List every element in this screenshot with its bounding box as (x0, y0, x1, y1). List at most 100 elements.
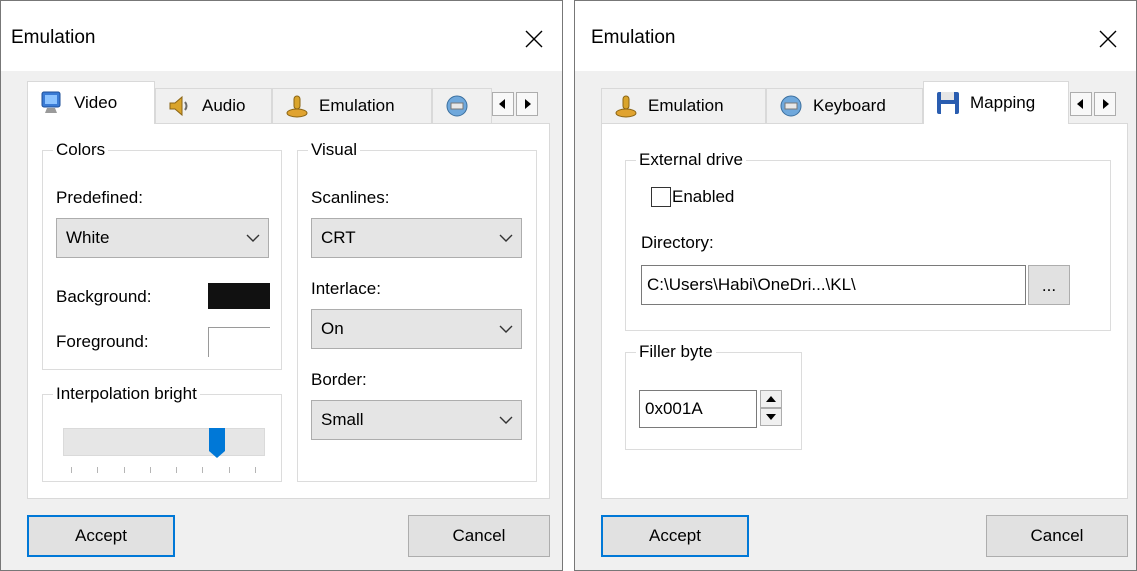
chevron-down-icon (491, 416, 521, 424)
title-bar: Emulation (1, 1, 562, 71)
accept-button[interactable]: Accept (601, 515, 749, 557)
chevron-down-icon (238, 234, 268, 242)
tab-scroll-right-button[interactable] (516, 92, 538, 116)
background-color-swatch[interactable] (208, 283, 270, 309)
joystick-icon (612, 92, 640, 120)
tab-scroll-left-button[interactable] (492, 92, 514, 116)
cancel-button[interactable]: Cancel (408, 515, 550, 557)
keyboard-icon (777, 92, 805, 120)
interlace-select[interactable]: On (311, 309, 522, 349)
close-button[interactable] (1088, 19, 1128, 59)
tab-label: Keyboard (813, 96, 886, 115)
keyboard-icon (443, 92, 471, 120)
slider-tick (229, 467, 230, 473)
arrow-left-icon (1077, 99, 1083, 109)
interlace-label: Interlace: (311, 279, 381, 298)
scanlines-select[interactable]: CRT (311, 218, 522, 258)
tab-label: Mapping (970, 93, 1036, 112)
spin-up-button[interactable] (760, 390, 782, 408)
joystick-icon (283, 92, 311, 120)
colors-group: Colors Predefined: White Background: For… (42, 140, 282, 370)
arrow-left-icon (499, 99, 505, 109)
emulation-dialog-mapping: Emulation Emulation Keyboard Mapping Ext… (574, 0, 1137, 571)
close-icon (1099, 30, 1117, 48)
foreground-label: Foreground: (56, 332, 149, 351)
scanlines-label: Scanlines: (311, 188, 390, 207)
group-label: Colors (53, 140, 109, 160)
close-icon (525, 30, 543, 48)
border-value: Small (321, 410, 364, 429)
slider-tick (176, 467, 177, 473)
interpolation-group: Interpolation bright (42, 384, 282, 482)
group-label: External drive (636, 150, 746, 170)
interpolation-slider[interactable] (63, 428, 265, 458)
interlace-value: On (321, 319, 344, 338)
tab-emulation[interactable]: Emulation (272, 88, 432, 124)
directory-input[interactable]: C:\Users\Habi\OneDri...\KL\ (641, 265, 1026, 305)
predefined-label: Predefined: (56, 188, 143, 207)
slider-ticks (63, 467, 265, 473)
dialog-client-area: Emulation Keyboard Mapping External driv… (576, 71, 1135, 569)
filler-byte-input[interactable]: 0x001A (639, 390, 757, 428)
cancel-button[interactable]: Cancel (986, 515, 1128, 557)
tab-page-mapping: External drive Enabled Directory: C:\Use… (601, 123, 1128, 499)
arrow-right-icon (525, 99, 531, 109)
tab-page-video: Colors Predefined: White Background: For… (27, 123, 550, 499)
predefined-value: White (66, 228, 110, 247)
window-title: Emulation (591, 27, 676, 48)
predefined-select[interactable]: White (56, 218, 269, 258)
floppy-disk-icon (934, 89, 962, 117)
enabled-checkbox[interactable] (651, 187, 671, 207)
filler-byte-group: Filler byte 0x001A (625, 342, 802, 450)
tab-label: Video (74, 93, 118, 112)
external-drive-group: External drive Enabled Directory: C:\Use… (625, 150, 1111, 331)
border-label: Border: (311, 370, 367, 389)
tab-label: Emulation (648, 96, 724, 115)
chevron-down-icon (491, 234, 521, 242)
background-label: Background: (56, 287, 152, 306)
spin-down-button[interactable] (760, 408, 782, 426)
monitor-icon (38, 89, 66, 117)
title-bar: Emulation (575, 1, 1136, 71)
window-title: Emulation (11, 27, 96, 48)
accept-button[interactable]: Accept (27, 515, 175, 557)
slider-tick (202, 467, 203, 473)
tab-label: Emulation (319, 96, 395, 115)
slider-tick (255, 467, 256, 473)
slider-tick (124, 467, 125, 473)
group-label: Visual (308, 140, 360, 160)
chevron-down-icon (491, 325, 521, 333)
tab-emulation[interactable]: Emulation (601, 88, 766, 124)
group-label: Interpolation bright (53, 384, 200, 404)
slider-thumb[interactable] (208, 427, 226, 464)
slider-tick (71, 467, 72, 473)
tab-keyboard[interactable]: Keyboard (766, 88, 923, 124)
browse-button[interactable]: ... (1028, 265, 1070, 305)
arrow-down-icon (766, 414, 776, 420)
slider-tick (150, 467, 151, 473)
tab-keyboard-partial[interactable] (432, 88, 492, 124)
tab-scroll-left-button[interactable] (1070, 92, 1092, 116)
tab-scroll-right-button[interactable] (1094, 92, 1116, 116)
tab-label: Audio (202, 96, 246, 115)
dialog-client-area: Video Audio Emulation Colors Predefined:… (2, 71, 561, 569)
tab-scroll-buttons (1070, 92, 1116, 118)
tab-video[interactable]: Video (27, 81, 155, 124)
arrow-up-icon (766, 396, 776, 402)
tab-scroll-buttons (492, 92, 538, 118)
scanlines-value: CRT (321, 228, 356, 247)
filler-byte-spinner (760, 390, 782, 426)
enabled-label: Enabled (672, 187, 735, 206)
tab-mapping[interactable]: Mapping (923, 81, 1069, 124)
foreground-color-swatch[interactable] (208, 327, 270, 357)
slider-tick (97, 467, 98, 473)
emulation-dialog-video: Emulation Video Audio Emulation Colors P… (0, 0, 563, 571)
visual-group: Visual Scanlines: CRT Interlace: On Bord… (297, 140, 537, 482)
group-label: Filler byte (636, 342, 716, 362)
border-select[interactable]: Small (311, 400, 522, 440)
close-button[interactable] (514, 19, 554, 59)
speaker-icon (166, 92, 194, 120)
tab-audio[interactable]: Audio (155, 88, 272, 124)
directory-label: Directory: (641, 233, 714, 252)
arrow-right-icon (1103, 99, 1109, 109)
